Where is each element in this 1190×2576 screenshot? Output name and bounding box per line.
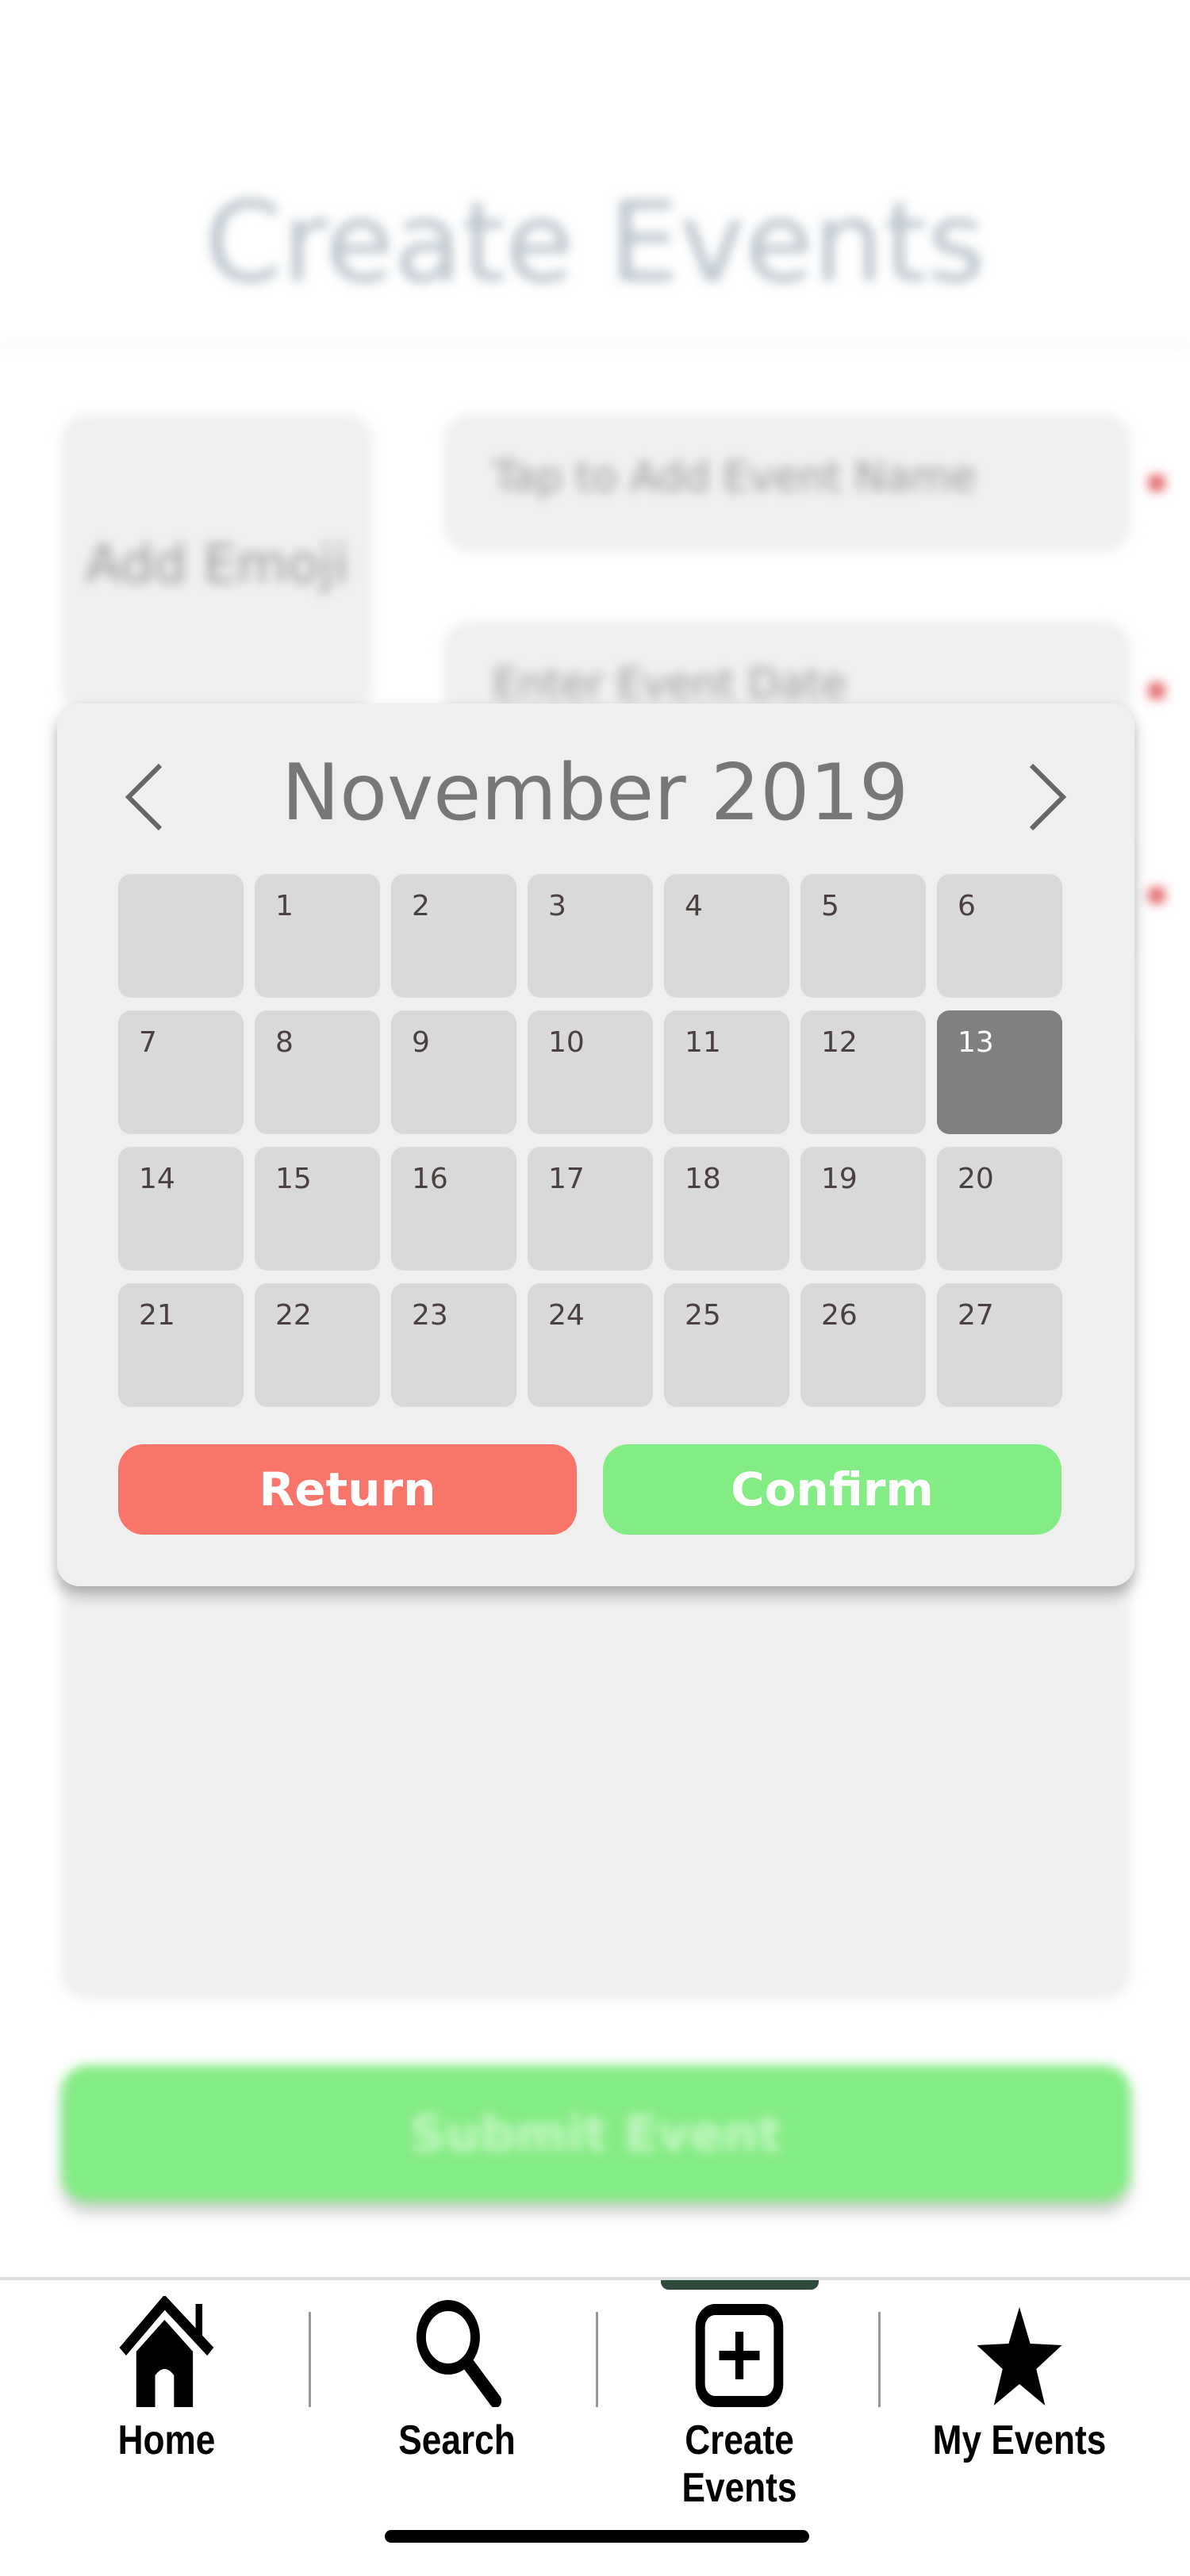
chevron-left-icon[interactable] — [121, 757, 168, 837]
tab-label: Search — [398, 2417, 516, 2463]
calendar-day[interactable]: 20 — [937, 1147, 1062, 1271]
calendar-day[interactable]: 27 — [937, 1283, 1062, 1407]
tab-label: Home — [117, 2417, 216, 2463]
calendar-day[interactable]: 25 — [664, 1283, 789, 1407]
calendar-day[interactable]: 10 — [528, 1010, 653, 1134]
header-divider — [0, 343, 1190, 347]
calendar-day[interactable]: 13 — [937, 1010, 1062, 1134]
calendar-day[interactable]: 15 — [255, 1147, 380, 1271]
tab-divider — [309, 2312, 311, 2407]
home-icon — [119, 2296, 214, 2407]
calendar-day[interactable]: 19 — [800, 1147, 926, 1271]
page-title: Create Events — [205, 178, 985, 308]
chevron-right-icon[interactable] — [1023, 757, 1071, 837]
calendar-day[interactable]: 8 — [255, 1010, 380, 1134]
required-marker — [1148, 474, 1165, 492]
calendar-day[interactable]: 12 — [800, 1010, 926, 1134]
tab-home[interactable]: Home — [99, 2296, 234, 2464]
add-emoji-button[interactable]: Add Emoji — [61, 414, 373, 715]
calendar-day[interactable]: 6 — [937, 874, 1062, 998]
tab-search[interactable]: Search — [390, 2296, 524, 2464]
calendar-day[interactable]: 5 — [800, 874, 926, 998]
return-button[interactable]: Return — [118, 1444, 577, 1535]
calendar-day[interactable]: 21 — [118, 1283, 244, 1407]
submit-event-button[interactable]: Submit Event — [61, 2065, 1130, 2202]
tab-bar-divider — [0, 2277, 1190, 2280]
required-marker — [1148, 682, 1165, 700]
star-icon — [977, 2307, 1062, 2405]
calendar-day[interactable]: 3 — [528, 874, 653, 998]
month-label: November 2019 — [281, 748, 909, 838]
calendar-day[interactable]: 18 — [664, 1147, 789, 1271]
search-icon — [416, 2300, 502, 2407]
calendar-day[interactable]: 23 — [391, 1283, 516, 1407]
calendar-day[interactable]: 17 — [528, 1147, 653, 1271]
tab-create-events[interactable]: Create Events — [625, 2296, 854, 2512]
tab-label: My Events — [932, 2417, 1107, 2463]
event-name-input[interactable]: Tap to Add Event Name — [443, 414, 1130, 552]
calendar-day[interactable]: 1 — [255, 874, 380, 998]
calendar-day[interactable]: 22 — [255, 1283, 380, 1407]
calendar-day[interactable]: 26 — [800, 1283, 926, 1407]
tab-divider — [596, 2312, 598, 2407]
calendar-day[interactable]: 24 — [528, 1283, 653, 1407]
calendar-day[interactable]: 16 — [391, 1147, 516, 1271]
calendar-day[interactable]: 14 — [118, 1147, 244, 1271]
tab-my-events[interactable]: My Events — [928, 2296, 1111, 2464]
plus-square-icon — [695, 2304, 784, 2407]
home-indicator[interactable] — [385, 2530, 809, 2543]
calendar-day[interactable]: 11 — [664, 1010, 789, 1134]
tab-divider — [878, 2312, 881, 2407]
confirm-button[interactable]: Confirm — [603, 1444, 1061, 1535]
calendar-day[interactable]: 4 — [664, 874, 789, 998]
active-tab-indicator — [661, 2280, 819, 2290]
calendar-day[interactable]: 7 — [118, 1010, 244, 1134]
calendar-day[interactable]: 2 — [391, 874, 516, 998]
calendar-day-empty — [118, 874, 244, 998]
tab-label: Create Events — [681, 2417, 797, 2511]
calendar-day[interactable]: 9 — [391, 1010, 516, 1134]
required-marker — [1148, 887, 1165, 904]
